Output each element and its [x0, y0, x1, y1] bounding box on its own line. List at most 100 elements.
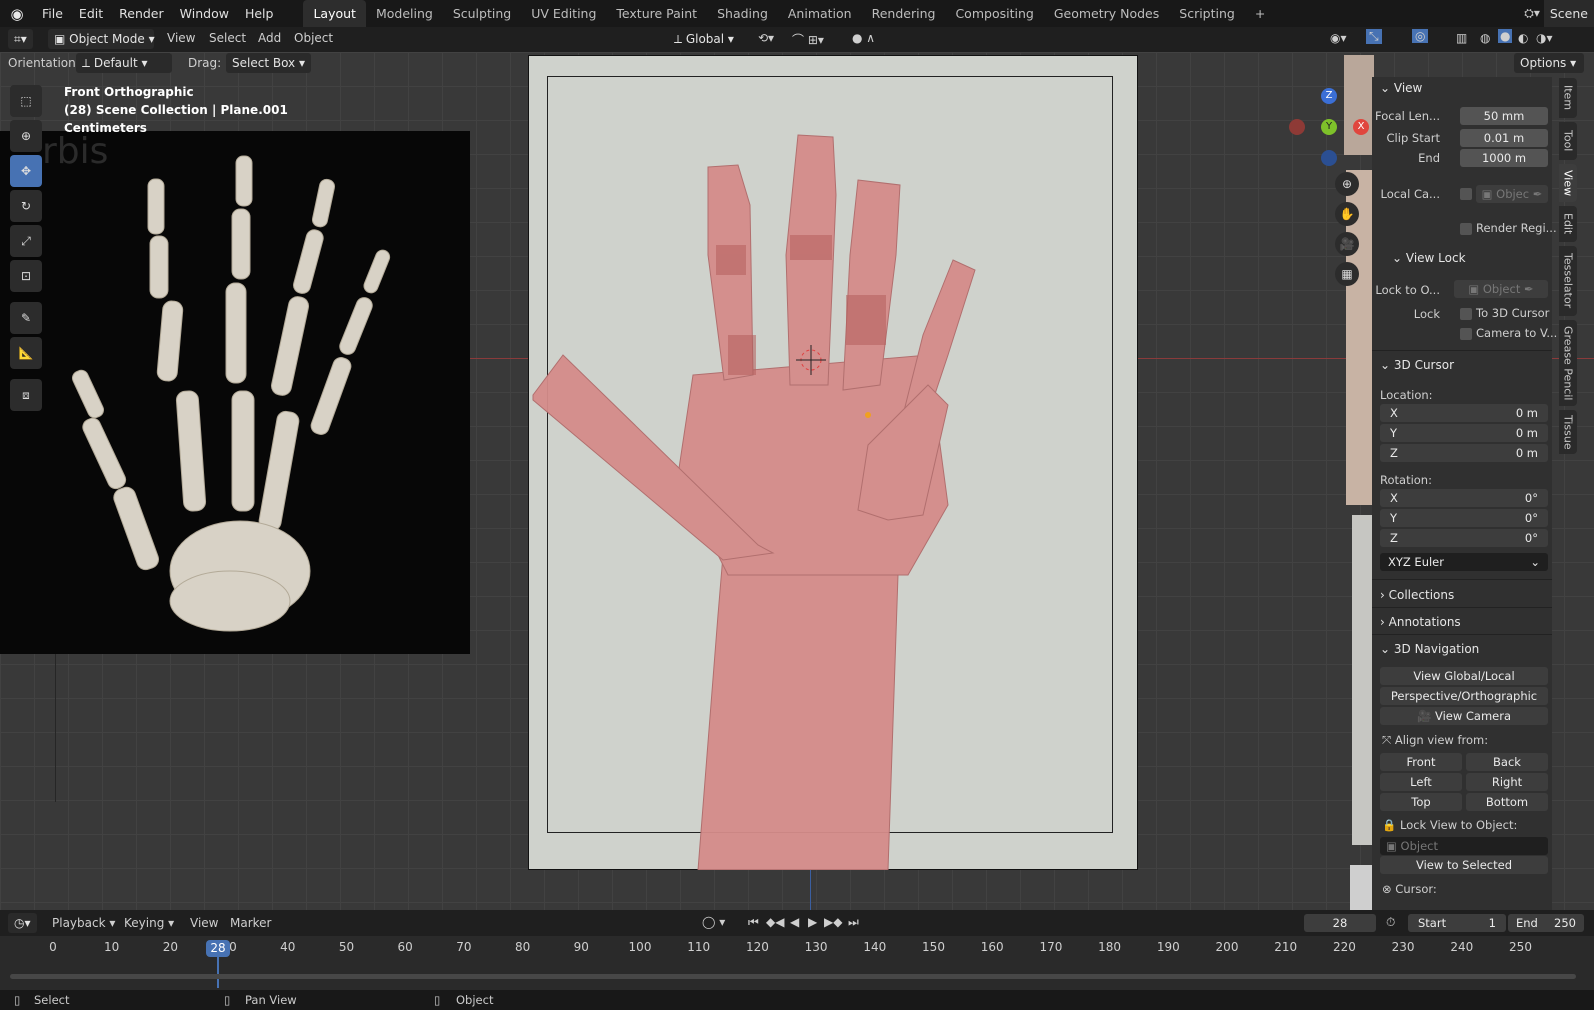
navigation-panel-header[interactable]: ⌄ 3D Navigation: [1372, 638, 1552, 660]
jump-end-icon[interactable]: ⏭: [848, 915, 859, 930]
measure-tool-icon[interactable]: 📐: [10, 337, 42, 369]
gizmo-neg-z[interactable]: [1321, 150, 1337, 166]
local-camera-checkbox[interactable]: [1460, 188, 1472, 200]
cursor-tool-icon[interactable]: ⊕: [10, 120, 42, 152]
clip-end-field[interactable]: 1000 m: [1460, 149, 1548, 167]
tab-tesselator[interactable]: Tesselator: [1559, 246, 1577, 316]
tab-item[interactable]: Item: [1559, 78, 1577, 118]
cursor-y-field[interactable]: Y 0 m: [1380, 424, 1548, 442]
gizmo-x-axis[interactable]: X: [1353, 119, 1369, 135]
camera-view-icon[interactable]: 🎥: [1335, 232, 1359, 256]
align-front-button[interactable]: Front: [1380, 753, 1462, 771]
timeline[interactable]: ◷▾ Playback ▾ Keying ▾ View Marker ◯ ▾ ⏮…: [0, 910, 1594, 990]
view-camera-button[interactable]: 🎥 View Camera: [1380, 707, 1548, 725]
timeline-view-menu[interactable]: View: [190, 916, 218, 930]
frame-ruler[interactable]: 0102030405060708090100110120130140150160…: [0, 940, 1594, 960]
menu-edit[interactable]: Edit: [71, 0, 111, 27]
timeline-scrollbar[interactable]: [10, 974, 1576, 979]
snap-icon[interactable]: ⌒ ⊞▾: [792, 31, 824, 48]
start-frame-field[interactable]: Start 1: [1408, 914, 1506, 932]
orientation-dropdown[interactable]: ⟂ Default ▾: [76, 53, 172, 73]
annotations-panel-header[interactable]: › Annotations: [1372, 611, 1552, 633]
end-frame-field[interactable]: End 250: [1508, 914, 1584, 932]
align-left-button[interactable]: Left: [1380, 773, 1462, 791]
visibility-icon[interactable]: ◉▾: [1330, 31, 1347, 45]
lock-cursor-checkbox[interactable]: [1460, 308, 1472, 320]
shading-material-icon[interactable]: ◐: [1518, 31, 1528, 45]
play-reverse-icon[interactable]: ◀: [790, 915, 799, 929]
rotation-y-field[interactable]: Y 0°: [1380, 509, 1548, 527]
view-global-local-button[interactable]: View Global/Local: [1380, 667, 1548, 685]
menu-file[interactable]: File: [34, 0, 71, 27]
rotation-z-field[interactable]: Z 0°: [1380, 529, 1548, 547]
collections-panel-header[interactable]: › Collections: [1372, 584, 1552, 606]
shading-wireframe-icon[interactable]: ◍: [1480, 31, 1490, 45]
scene-name[interactable]: Scene: [1543, 0, 1594, 27]
lock-view-object-field[interactable]: ▣ Object: [1380, 837, 1548, 855]
tab-compositing[interactable]: Compositing: [945, 0, 1043, 27]
tab-scripting[interactable]: Scripting: [1169, 0, 1245, 27]
menu-select[interactable]: Select: [209, 31, 246, 45]
tab-sculpting[interactable]: Sculpting: [443, 0, 521, 27]
align-right-button[interactable]: Right: [1466, 773, 1548, 791]
overlay-toggle-icon[interactable]: ◎: [1412, 29, 1429, 43]
rotation-mode-dropdown[interactable]: XYZ Euler ⌄: [1380, 553, 1548, 571]
record-icon[interactable]: ◯ ▾: [702, 915, 725, 929]
tab-animation[interactable]: Animation: [778, 0, 862, 27]
menu-add[interactable]: Add: [258, 31, 281, 45]
xray-icon[interactable]: ▥: [1456, 31, 1467, 45]
rotation-x-field[interactable]: X 0°: [1380, 489, 1548, 507]
marker-menu[interactable]: Marker: [230, 916, 271, 930]
align-top-button[interactable]: Top: [1380, 793, 1462, 811]
next-keyframe-icon[interactable]: ▶◆: [824, 915, 842, 929]
move-tool-icon[interactable]: ✥: [10, 155, 42, 187]
timeline-editor-icon[interactable]: ◷▾: [8, 913, 37, 933]
view-lock-header[interactable]: ⌄ View Lock: [1392, 251, 1466, 265]
tab-view[interactable]: View: [1559, 164, 1577, 202]
select-box-icon[interactable]: ⬚: [10, 85, 42, 117]
tab-grease-pencil[interactable]: Grease Pencil: [1559, 320, 1577, 406]
pan-hand-icon[interactable]: ✋: [1335, 202, 1359, 226]
keying-menu[interactable]: Keying ▾: [124, 916, 174, 930]
align-bottom-button[interactable]: Bottom: [1466, 793, 1548, 811]
transform-tool-icon[interactable]: ⊡: [10, 260, 42, 292]
tab-edit[interactable]: Edit: [1559, 206, 1577, 242]
scene-selector-icon[interactable]: ⛭▾: [1520, 6, 1544, 21]
zoom-icon[interactable]: ⊕: [1335, 172, 1359, 196]
navigation-gizmo[interactable]: Z Y X: [1283, 88, 1373, 166]
rotate-tool-icon[interactable]: ↻: [10, 190, 42, 222]
proportional-edit-icon[interactable]: ● ∧: [852, 31, 875, 45]
lock-to-object-field[interactable]: ▣ Object ✒: [1454, 280, 1548, 298]
tab-modeling[interactable]: Modeling: [366, 0, 443, 27]
menu-window[interactable]: Window: [172, 0, 237, 27]
view-panel-header[interactable]: ⌄ View: [1372, 77, 1552, 99]
tab-tissue[interactable]: Tissue: [1559, 410, 1577, 454]
options-button[interactable]: Options ▾: [1514, 53, 1584, 73]
focal-length-field[interactable]: 50 mm: [1460, 107, 1548, 125]
transform-orientation-selector[interactable]: ⟂ Global ▾: [668, 29, 740, 49]
gizmo-y-axis[interactable]: Y: [1321, 119, 1337, 135]
playhead-marker[interactable]: 28: [206, 940, 230, 957]
menu-object[interactable]: Object: [294, 31, 333, 45]
add-cube-tool-icon[interactable]: ⧈: [10, 379, 42, 411]
prev-keyframe-icon[interactable]: ◆◀: [766, 915, 784, 929]
gizmo-z-axis[interactable]: Z: [1321, 88, 1337, 104]
pivot-icon[interactable]: ⟲▾: [758, 31, 774, 45]
render-region-checkbox[interactable]: [1460, 223, 1472, 235]
tab-shading[interactable]: Shading: [707, 0, 778, 27]
menu-view[interactable]: View: [167, 31, 195, 45]
tab-rendering[interactable]: Rendering: [862, 0, 946, 27]
tab-layout[interactable]: Layout: [303, 0, 366, 27]
jump-start-icon[interactable]: ⏮: [748, 915, 759, 930]
align-back-button[interactable]: Back: [1466, 753, 1548, 771]
shading-solid-icon[interactable]: ●: [1498, 29, 1513, 43]
editor-type-icon[interactable]: ⌗▾: [8, 29, 33, 49]
annotate-tool-icon[interactable]: ✎: [10, 302, 42, 334]
gizmo-toggle-icon[interactable]: ⤡: [1366, 29, 1382, 44]
tab-geometry-nodes[interactable]: Geometry Nodes: [1044, 0, 1169, 27]
mode-selector[interactable]: ▣ Object Mode ▾: [48, 29, 155, 49]
ortho-grid-icon[interactable]: ▦: [1335, 262, 1359, 286]
scale-tool-icon[interactable]: ⤢: [10, 225, 42, 257]
tab-uv-editing[interactable]: UV Editing: [521, 0, 606, 27]
tab-texture-paint[interactable]: Texture Paint: [606, 0, 707, 27]
